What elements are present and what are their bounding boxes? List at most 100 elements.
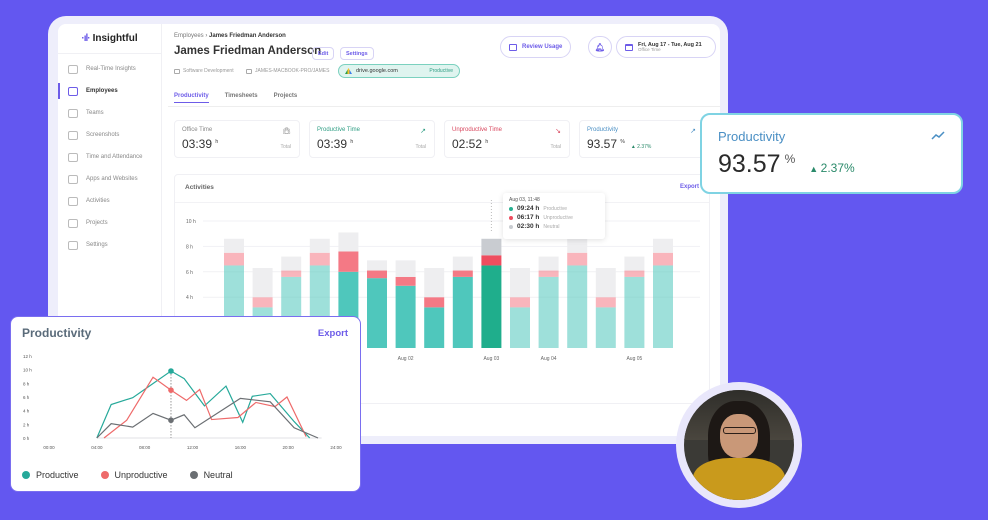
legend-dot-icon <box>100 471 109 479</box>
arrow-up-icon: ▲ <box>809 164 821 174</box>
bar-segment-unproductive <box>510 297 530 308</box>
x-tick-label: Aug 03 <box>483 356 499 362</box>
tooltip-neutral-label: Neutral <box>543 223 560 230</box>
bar-segment-unproductive <box>367 270 387 279</box>
x-tick-label: 12:00 <box>187 445 199 450</box>
avatar <box>676 382 802 508</box>
productive-dot-icon <box>509 206 513 211</box>
trend-up-icon <box>931 129 945 143</box>
bar-segment-productive <box>595 307 616 348</box>
bar-segment-productive <box>538 276 559 348</box>
legend-dot-icon <box>189 471 198 479</box>
bar-segment-neutral <box>624 256 645 271</box>
user-photo <box>684 390 794 500</box>
popout-delta: 2.37% <box>820 161 855 175</box>
popout-label: Productivity <box>718 129 786 144</box>
bar-segment-neutral <box>395 260 416 277</box>
chart-tooltip: Aug 03, 11:48 09:24 h Productive 06:17 h… <box>503 193 605 239</box>
bar-stack <box>367 260 387 348</box>
bar-segment-unproductive <box>224 252 244 266</box>
legend-label: Neutral <box>203 470 233 480</box>
productivity-line-chart: 0 h 2 h 4 h 6 h 8 h 10 h 12 h 00:00 04:00 08:00 12… <box>23 354 342 450</box>
x-tick-label: 00:00 <box>43 445 55 450</box>
bar-segment-neutral <box>510 267 530 298</box>
x-tick-label: 04:00 <box>91 445 103 450</box>
tooltip-unproductive-value: 06:17 h <box>517 214 540 221</box>
y-tick-label: 10 h <box>23 368 32 373</box>
bar-segment-unproductive <box>481 255 502 266</box>
bar-stack <box>538 256 559 348</box>
y-tick-label: 2 h <box>23 422 30 427</box>
tooltip-row-productive: 09:24 h Productive <box>509 205 599 212</box>
y-tick-label: 6 h <box>186 270 193 276</box>
bar-segment-neutral <box>252 267 273 298</box>
bar-stack <box>424 267 445 348</box>
bar-segment-neutral <box>452 256 473 271</box>
bar-segment-unproductive <box>395 276 416 286</box>
y-tick-label: 0 h <box>23 436 30 441</box>
legend-item-neutral[interactable]: Neutral <box>189 470 233 480</box>
bar-segment-neutral <box>424 267 445 298</box>
marker-unproductive <box>168 387 174 393</box>
bar-segment-productive <box>452 276 473 348</box>
bar-stack <box>595 267 616 348</box>
bar-segment-unproductive <box>252 297 273 308</box>
x-tick-label: 20:00 <box>283 445 295 450</box>
bar-stack <box>567 238 588 348</box>
bar-segment-neutral <box>653 238 673 253</box>
bar-segment-neutral <box>281 256 302 271</box>
x-tick-label: Aug 05 <box>626 356 642 362</box>
bar-segment-unproductive <box>624 270 645 277</box>
bar-segment-productive <box>510 307 530 348</box>
bar-stack <box>653 238 673 348</box>
productivity-popout-card: Productivity 93.57 % ▲ 2.37% <box>700 113 963 194</box>
tooltip-unproductive-label: Unproductive <box>543 214 573 221</box>
legend-item-productive[interactable]: Productive <box>22 470 79 480</box>
bar-segment-productive <box>624 276 645 348</box>
bar-segment-unproductive <box>653 252 673 266</box>
bar-segment-neutral <box>481 238 502 256</box>
bar-segment-neutral <box>367 260 387 271</box>
bar-segment-neutral <box>224 238 244 253</box>
productivity-line-card: Productivity Export 0 h2 h4 h6 h8 h 10 h1… <box>10 316 361 492</box>
tooltip-neutral-value: 02:30 h <box>517 223 540 230</box>
bar-segment-unproductive <box>424 297 445 308</box>
bar-segment-productive <box>481 265 502 348</box>
legend-dot-icon <box>22 471 30 479</box>
y-tick-label: 12 h <box>23 354 32 359</box>
bar-segment-unproductive <box>281 270 302 277</box>
x-tick-label: Aug 04 <box>541 356 557 362</box>
bar-segment-productive <box>424 307 445 348</box>
bar-segment-productive <box>653 265 673 348</box>
bar-segment-neutral <box>595 267 616 298</box>
bar-segment-neutral <box>567 238 588 253</box>
tooltip-row-unproductive: 06:17 h Unproductive <box>509 214 599 221</box>
bar-segment-neutral <box>338 232 359 252</box>
legend-label: Unproductive <box>114 470 168 480</box>
bar-segment-unproductive <box>452 270 473 277</box>
bar-segment-neutral <box>309 238 330 253</box>
y-tick-label: 6 h <box>23 395 30 400</box>
bar-stack <box>452 256 473 348</box>
x-tick-label: 08:00 <box>139 445 151 450</box>
y-tick-label: 8 h <box>186 244 193 250</box>
legend-item-unproductive[interactable]: Unproductive <box>100 470 168 480</box>
y-tick-label: 4 h <box>186 295 193 301</box>
y-tick-label: 4 h <box>23 409 30 414</box>
legend-label: Productive <box>36 470 79 480</box>
bar-segment-neutral <box>538 256 559 271</box>
marker-productive <box>168 368 174 374</box>
neutral-dot-icon <box>509 224 513 229</box>
bar-segment-productive <box>367 278 387 348</box>
bar-stack <box>510 267 530 348</box>
bar-segment-unproductive <box>338 251 359 272</box>
marker-neutral <box>168 417 174 424</box>
bar-stack <box>481 238 502 348</box>
bar-segment-unproductive <box>567 252 588 266</box>
bar-stack <box>624 256 645 348</box>
y-tick-label: 8 h <box>23 381 30 386</box>
y-tick-label: 10 h <box>186 219 196 225</box>
popout-unit: % <box>784 152 796 166</box>
chart-legend: Productive Unproductive Neutral <box>22 470 233 480</box>
popout-value: 93.57 <box>718 150 781 178</box>
